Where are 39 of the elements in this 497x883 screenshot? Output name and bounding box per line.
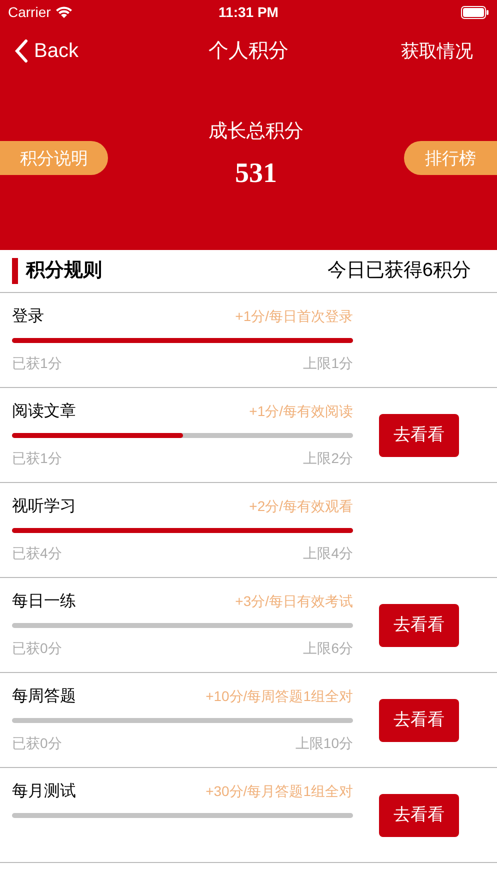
earning-status-link[interactable]: 获取情况 [363, 38, 483, 64]
go-view-button[interactable]: 去看看 [379, 604, 459, 646]
go-view-button[interactable]: 去看看 [379, 698, 459, 742]
battery-icon [461, 6, 489, 18]
earned-points: 已获1分 [12, 354, 62, 373]
rule-name: 每日一练 [12, 592, 76, 612]
earned-points: 已获4分 [12, 544, 62, 563]
status-time: 11:31 PM [218, 2, 278, 22]
today-points-text: 今日已获得6积分 [327, 258, 472, 283]
total-points-value: 531 [235, 156, 277, 190]
earned-points: 已获0分 [12, 734, 62, 753]
rule-bonus: +2分/每有效观看 [249, 497, 353, 516]
earned-points: 已获0分 [12, 639, 62, 658]
earned-points: 已获1分 [12, 449, 62, 468]
rule-bonus: +1分/每有效阅读 [249, 402, 353, 421]
rule-bonus: +3分/每日有效考试 [235, 592, 353, 611]
total-points-label: 成长总积分 [208, 120, 304, 144]
points-limit: 上限4分 [303, 544, 353, 563]
rule-bonus: +30分/每月答题1组全对 [206, 782, 353, 801]
rule-name: 每周答题 [12, 686, 76, 706]
rule-bonus: +1分/每日首次登录 [235, 307, 353, 326]
section-marker [12, 258, 18, 284]
rule-bonus: +10分/每周答题1组全对 [206, 687, 353, 706]
rule-name: 阅读文章 [12, 402, 76, 422]
rule-name: 视听学习 [12, 496, 76, 516]
go-view-button[interactable]: 去看看 [379, 794, 459, 836]
points-limit: 上限2分 [303, 449, 353, 468]
rule-name: 每月测试 [12, 782, 76, 802]
back-chevron-icon [14, 39, 28, 63]
carrier-name: Carrier [8, 2, 51, 22]
back-button[interactable]: Back [14, 36, 134, 66]
points-limit: 上限6分 [303, 639, 353, 658]
page-title: 个人积分 [208, 39, 288, 64]
wifi-icon [54, 6, 73, 18]
points-limit: 上限10分 [295, 734, 353, 753]
points-limit: 上限1分 [303, 354, 353, 373]
section-title: 积分规则 [26, 258, 102, 283]
rule-name: 登录 [12, 306, 44, 326]
go-view-button[interactable]: 去看看 [379, 414, 459, 456]
